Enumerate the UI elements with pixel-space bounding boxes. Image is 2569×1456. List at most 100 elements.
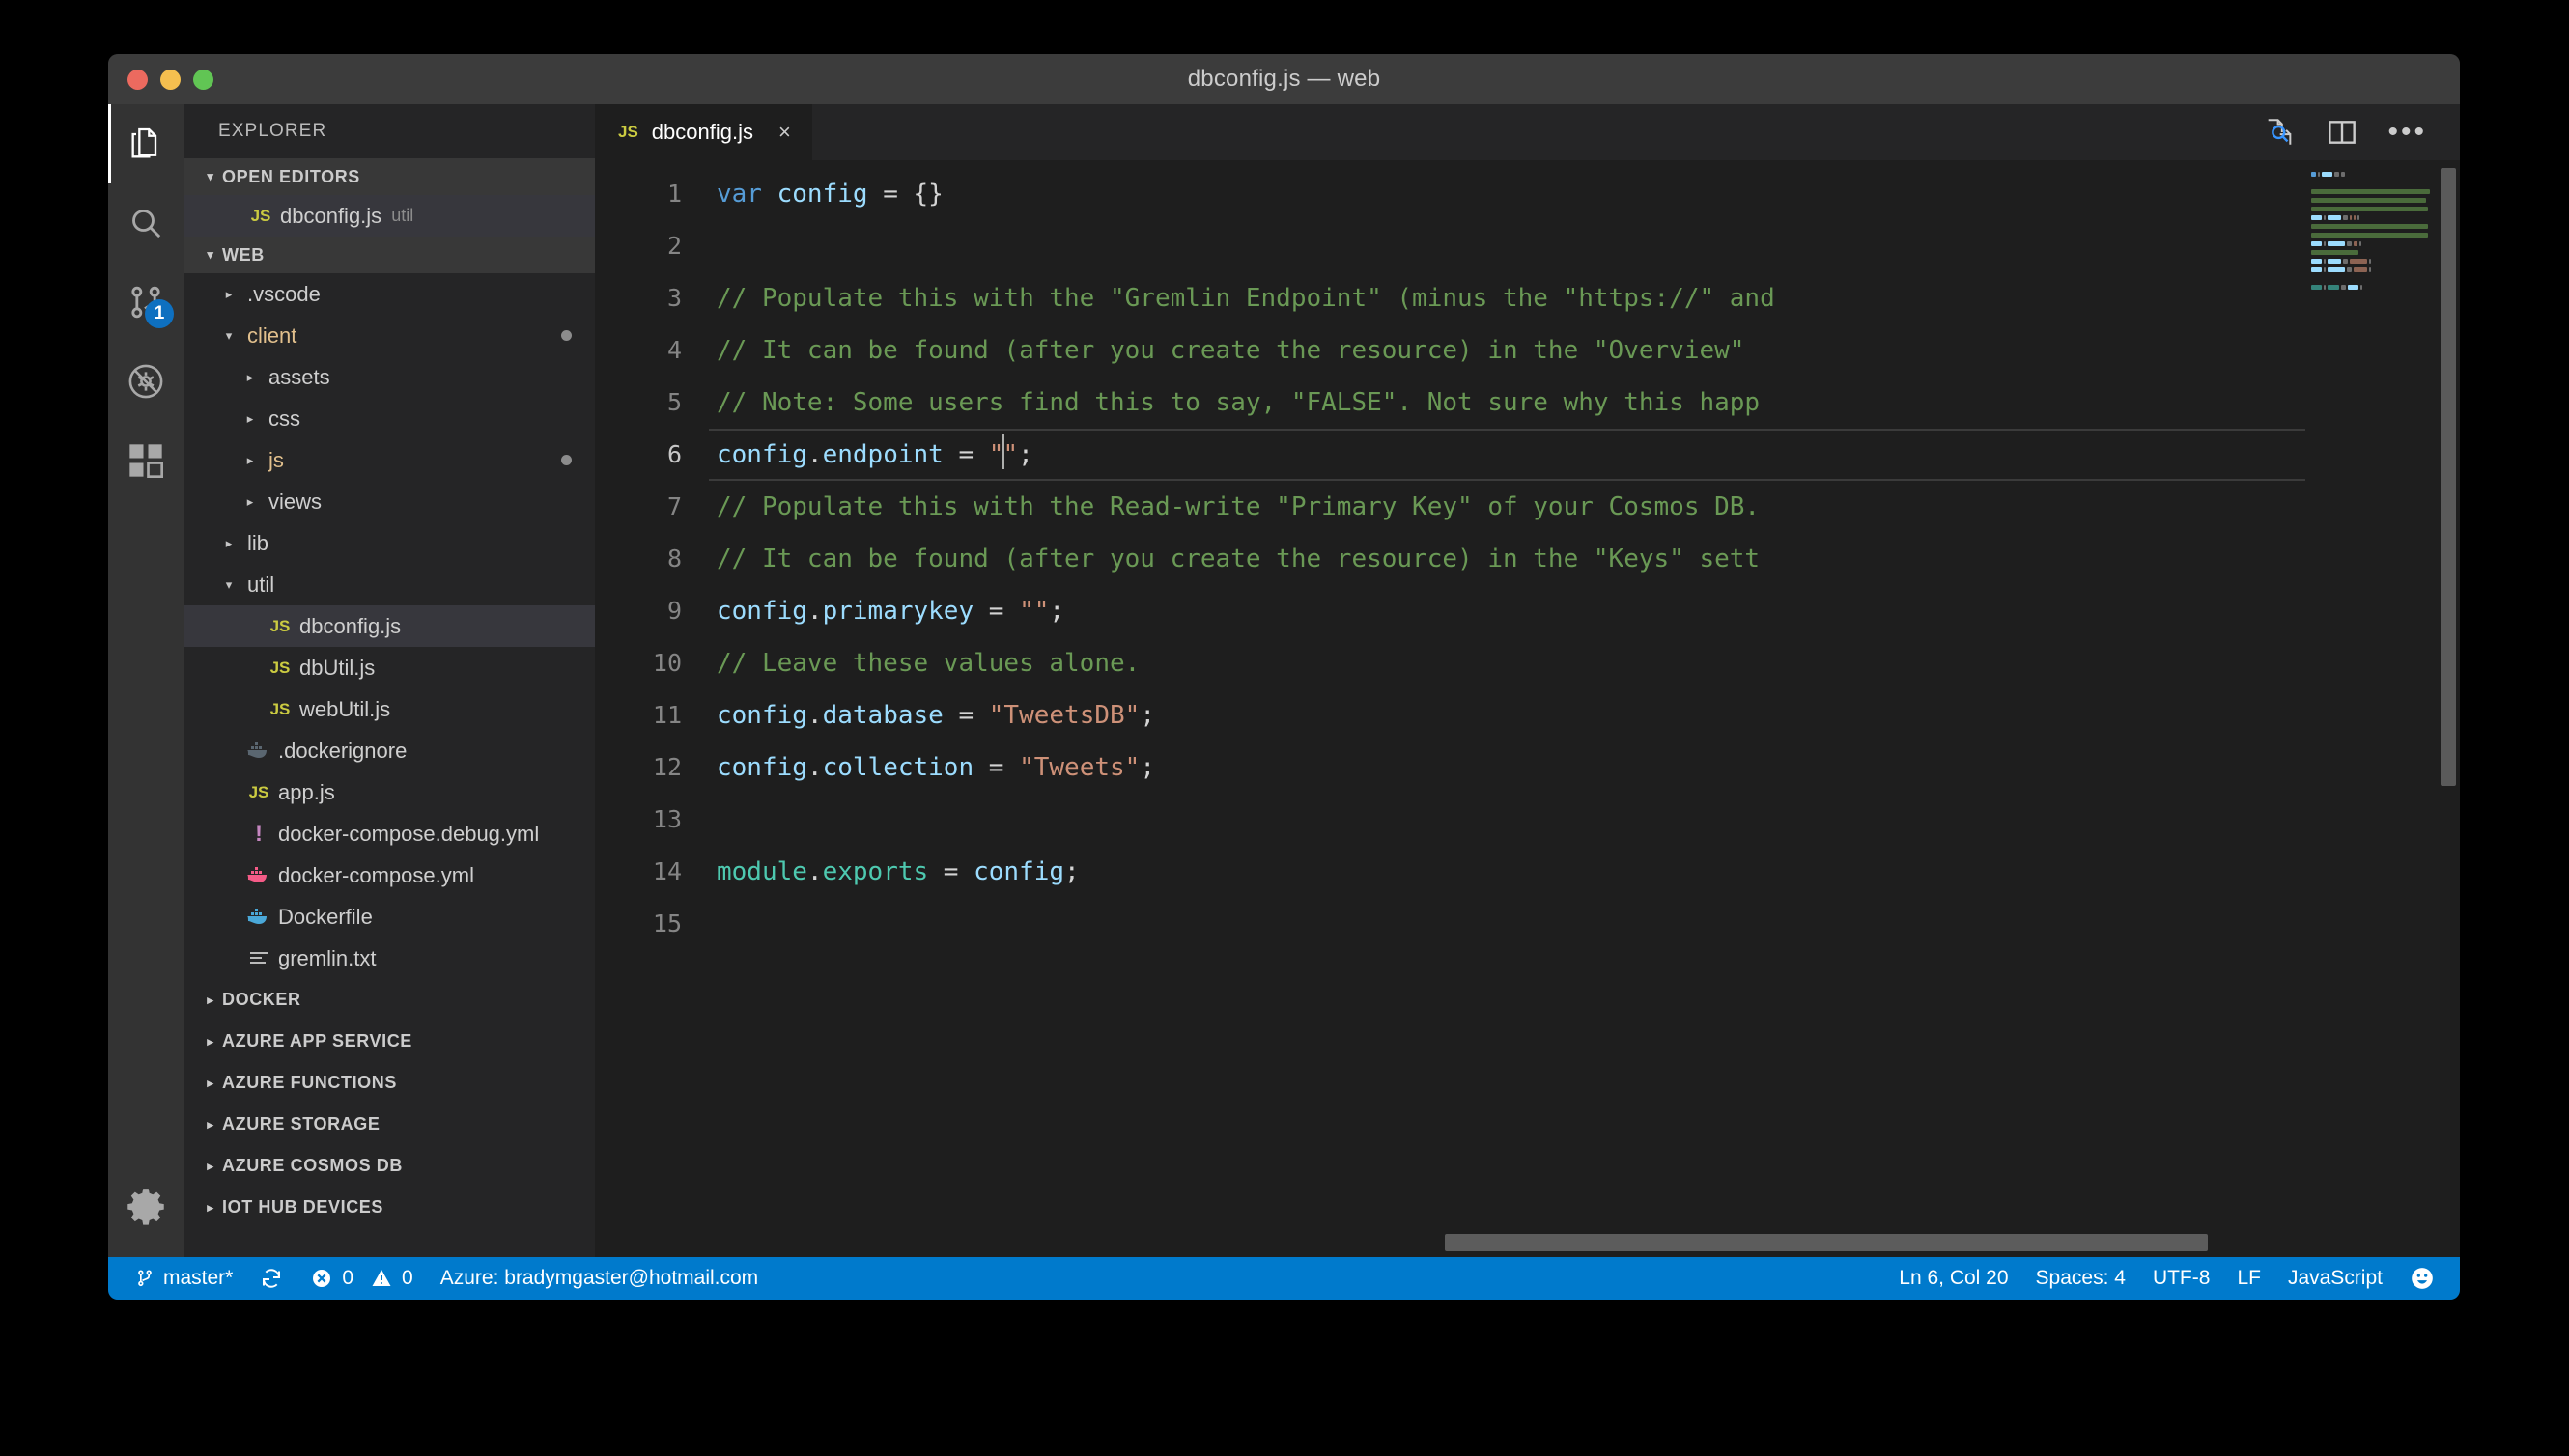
tree-file-docker-compose-debug-yml[interactable]: !docker-compose.debug.yml [184, 813, 595, 854]
js-file-icon: JS [261, 617, 299, 636]
code-line-text: var config = {} [709, 168, 2305, 220]
minimap-segment [2324, 241, 2326, 246]
section-iot-hub-devices[interactable]: ▸IOT HUB DEVICES [184, 1187, 595, 1228]
tree-folder-vscode[interactable]: ▸.vscode [184, 273, 595, 315]
activity-manage[interactable] [108, 1166, 184, 1246]
smiley-icon [2410, 1266, 2435, 1291]
status-language-mode[interactable]: JavaScript [2274, 1267, 2396, 1290]
chevron-down-icon: ▾ [218, 577, 240, 593]
error-icon [310, 1267, 333, 1290]
unsaved-changes-dot [561, 455, 572, 465]
tree-item-label: css [268, 406, 300, 432]
code-line[interactable]: 3// Populate this with the "Gremlin Endp… [595, 272, 2305, 324]
activity-debug[interactable] [108, 342, 184, 421]
section-open-editors-label: OPEN EDITORS [222, 167, 360, 187]
tree-file-gremlin-txt[interactable]: gremlin.txt [184, 938, 595, 979]
code-token: endpoint [823, 440, 944, 469]
status-eol[interactable]: LF [2223, 1267, 2274, 1290]
minimap-segment [2311, 189, 2430, 194]
status-feedback[interactable] [2396, 1266, 2448, 1291]
section-azure-cosmos-db[interactable]: ▸AZURE COSMOS DB [184, 1145, 595, 1187]
status-branch[interactable]: master* [122, 1267, 246, 1290]
code-line[interactable]: 10// Leave these values alone. [595, 637, 2305, 689]
tree-file-docker-compose-yml[interactable]: docker-compose.yml [184, 854, 595, 896]
line-number: 15 [595, 898, 709, 950]
code-line[interactable]: 9config.primarykey = ""; [595, 585, 2305, 637]
status-azure-account[interactable]: Azure: bradymgaster@hotmail.com [427, 1267, 772, 1290]
status-encoding[interactable]: UTF-8 [2139, 1267, 2224, 1290]
activity-explorer[interactable] [108, 104, 184, 183]
tree-file-dockerignore[interactable]: .dockerignore [184, 730, 595, 771]
window-title: dbconfig.js — web [108, 66, 2460, 93]
tree-file-dockerfile[interactable]: Dockerfile [184, 896, 595, 938]
section-workspace-web[interactable]: ▾ WEB [184, 237, 595, 273]
code-token: . [807, 440, 823, 469]
section-docker[interactable]: ▸DOCKER [184, 979, 595, 1021]
activity-search[interactable] [108, 183, 184, 263]
status-indentation[interactable]: Spaces: 4 [2022, 1267, 2139, 1290]
status-cursor-position[interactable]: Ln 6, Col 20 [1885, 1267, 2021, 1290]
js-file-icon: JS [261, 658, 299, 678]
code-line[interactable]: 4// It can be found (after you create th… [595, 324, 2305, 377]
minimap-segment [2359, 241, 2361, 246]
code-line[interactable]: 13 [595, 794, 2305, 846]
section-azure-functions[interactable]: ▸AZURE FUNCTIONS [184, 1062, 595, 1104]
section-azure-app-service[interactable]: ▸AZURE APP SERVICE [184, 1021, 595, 1062]
status-problems[interactable]: 0 0 [296, 1267, 426, 1290]
minimap-segment [2311, 198, 2426, 203]
tree-file-webutil-js[interactable]: JSwebUtil.js [184, 688, 595, 730]
tree-folder-views[interactable]: ▸views [184, 481, 595, 522]
status-bar-right: Ln 6, Col 20 Spaces: 4 UTF-8 LF JavaScri… [1885, 1266, 2460, 1291]
tree-folder-client[interactable]: ▾client [184, 315, 595, 356]
activity-source-control[interactable]: 1 [108, 263, 184, 342]
tree-file-dbconfig-js[interactable]: JSdbconfig.js [184, 605, 595, 647]
section-open-editors[interactable]: ▾ OPEN EDITORS [184, 158, 595, 195]
code-line[interactable]: 12config.collection = "Tweets"; [595, 742, 2305, 794]
code-token: = [944, 701, 989, 730]
minimap-segment [2328, 241, 2345, 246]
code-line[interactable]: 11config.database = "TweetsDB"; [595, 689, 2305, 742]
code-line[interactable]: 6config.endpoint = ""; [595, 429, 2305, 481]
activity-extensions[interactable] [108, 421, 184, 500]
minimap-segment [2311, 224, 2428, 229]
code-line[interactable]: 7// Populate this with the Read-write "P… [595, 481, 2305, 533]
editor-vertical-scrollbar[interactable] [2437, 160, 2460, 1257]
tree-file-app-js[interactable]: JSapp.js [184, 771, 595, 813]
code-line[interactable]: 5// Note: Some users find this to say, "… [595, 377, 2305, 429]
close-icon[interactable]: × [778, 122, 791, 143]
tab-bar: JS dbconfig.js × [595, 104, 2460, 160]
editor-horizontal-scrollbar[interactable] [1445, 1234, 2208, 1251]
code-line[interactable]: 14module.exports = config; [595, 846, 2305, 898]
tree-item-label: .dockerignore [278, 739, 407, 764]
code-editor[interactable]: 1var config = {}23// Populate this with … [595, 160, 2305, 1257]
chevron-right-icon: ▸ [199, 1200, 222, 1216]
scrollbar-thumb[interactable] [2441, 168, 2456, 786]
open-preview-icon[interactable] [2262, 116, 2297, 149]
tree-folder-css[interactable]: ▸css [184, 398, 595, 439]
minimap-segment [2322, 172, 2332, 177]
tree-file-dbutil-js[interactable]: JSdbUtil.js [184, 647, 595, 688]
code-line[interactable]: 2 [595, 220, 2305, 272]
code-line[interactable]: 1var config = {} [595, 168, 2305, 220]
split-editor-icon[interactable] [2326, 117, 2358, 148]
section-label: AZURE STORAGE [222, 1114, 380, 1134]
tree-folder-js[interactable]: ▸js [184, 439, 595, 481]
code-line[interactable]: 15 [595, 898, 2305, 950]
code-line[interactable]: 8// It can be found (after you create th… [595, 533, 2305, 585]
tab-dbconfig-js[interactable]: JS dbconfig.js × [595, 104, 813, 160]
line-number: 5 [595, 377, 709, 429]
tree-folder-assets[interactable]: ▸assets [184, 356, 595, 398]
tree-folder-util[interactable]: ▾util [184, 564, 595, 605]
section-azure-storage[interactable]: ▸AZURE STORAGE [184, 1104, 595, 1145]
tree-item-label: app.js [278, 780, 335, 805]
tree-folder-lib[interactable]: ▸lib [184, 522, 595, 564]
gear-icon [126, 1186, 166, 1226]
minimap-segment [2311, 172, 2316, 177]
code-line-text: // Leave these values alone. [709, 637, 2305, 689]
open-editor-item-dbconfig[interactable]: JS dbconfig.js util [184, 195, 595, 237]
file-tree[interactable]: ▸.vscode▾client▸assets▸css▸js▸views▸lib▾… [184, 273, 595, 979]
status-sync[interactable] [246, 1267, 296, 1290]
more-actions-icon[interactable]: ••• [2387, 126, 2427, 138]
line-number: 1 [595, 168, 709, 220]
minimap-line [2311, 181, 2430, 185]
